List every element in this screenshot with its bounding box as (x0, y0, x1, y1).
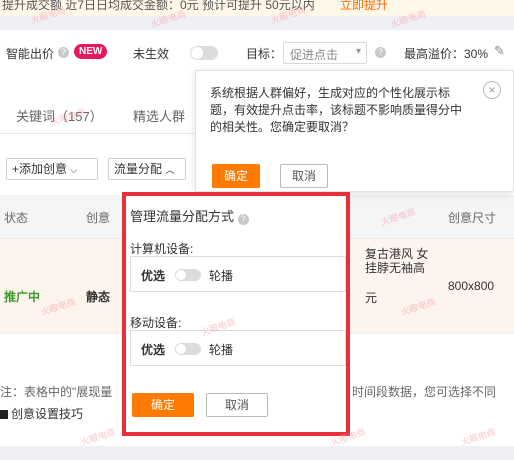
traffic-allocation-label: 流量分配 (114, 162, 163, 176)
col-status: 状态 (4, 211, 29, 225)
preferred-label: 优选 (141, 269, 166, 283)
video-icon (0, 410, 8, 419)
pc-device-label: 计算机设备: (130, 242, 194, 256)
max-premium-label: 最高溢价：30% (404, 47, 489, 61)
mobile-device-label: 移动设备: (130, 316, 182, 330)
rotate-label: 轮播 (209, 343, 234, 357)
traffic-allocation-button[interactable]: 流量分配 ︿ (108, 158, 186, 180)
dialog-cancel-button[interactable]: 取消 (206, 393, 268, 417)
smart-bid-toggle[interactable] (190, 46, 218, 60)
goal-label: 目标： (246, 47, 283, 61)
tab-bar: 关键词（157） 精选人群 (0, 94, 194, 134)
chevron-down-icon: ⌵ (70, 165, 78, 175)
traffic-allocation-dialog: 管理流量分配方式 ? 计算机设备: 优选 轮播 移动设备: 优选 轮播 确定 取… (122, 192, 350, 436)
mobile-device-option: 优选 轮播 (130, 330, 346, 366)
help-icon[interactable]: ? (375, 47, 386, 58)
note-text: 注：表格中的"展现量 (0, 385, 113, 399)
creative-title[interactable]: 复古港风 女 挂脖无袖高 (365, 247, 437, 275)
boost-link[interactable]: 立即提升 (340, 0, 388, 13)
dialog-confirm-button[interactable]: 确定 (132, 393, 194, 417)
banner-text: 提升成交额 近7日日均成交金额：0元 预计可提升 50元以内 (2, 0, 315, 12)
edit-pencil-icon[interactable]: ✎ (494, 43, 505, 59)
status-badge: 推广中 (4, 290, 41, 304)
tab-crowds[interactable]: 精选人群 (133, 106, 185, 125)
new-badge: NEW (74, 44, 108, 59)
preferred-label: 优选 (141, 343, 166, 357)
close-icon[interactable]: × (483, 81, 501, 99)
add-creative-label: +添加创意 (12, 162, 68, 176)
pc-device-option: 优选 轮播 (130, 256, 346, 292)
status-text: 未生效 (133, 47, 170, 61)
popover-cancel-button[interactable]: 取消 (280, 164, 328, 188)
price-unit: 元 (365, 291, 378, 305)
rotate-label: 轮播 (209, 269, 234, 283)
dialog-title-text: 管理流量分配方式 (130, 209, 235, 224)
mobile-mode-toggle[interactable] (175, 343, 201, 355)
chevron-down-icon: ▾ (355, 46, 361, 57)
chevron-up-icon: ︿ (165, 165, 175, 175)
help-icon[interactable]: ? (58, 47, 69, 58)
tips-label: 创意设置技巧 (11, 407, 84, 421)
col-creative: 创意 (86, 211, 111, 225)
smart-bid-label: 智能出价 (6, 47, 55, 61)
creative-tips-link[interactable]: 创意设置技巧 (0, 405, 83, 422)
col-creative-size: 创意尺寸 (448, 211, 497, 225)
popover-message: 系统根据人群偏好，生成对应的个性化展示标题，有效提升点击率，该标题不影响质量得分… (210, 86, 463, 134)
cancel-confirm-popover: 系统根据人群偏好，生成对应的个性化展示标题，有效提升点击率，该标题不影响质量得分… (195, 70, 514, 192)
tab-keywords[interactable]: 关键词（157） (16, 106, 103, 125)
dialog-title: 管理流量分配方式 ? (130, 206, 249, 225)
popover-confirm-button[interactable]: 确定 (212, 164, 260, 188)
settings-row: 智能出价 ? NEW 未生效 目标： 促进点击 ▾ ? 最高溢价：30% ✎ (0, 40, 514, 66)
pc-mode-toggle[interactable] (175, 269, 201, 281)
creative-size: 800x800 (448, 279, 495, 293)
help-icon[interactable]: ? (237, 214, 249, 225)
goal-value: 促进点击 (290, 48, 339, 62)
goal-select[interactable]: 促进点击 ▾ (283, 42, 367, 64)
add-creative-button[interactable]: +添加创意 ⌵ (6, 158, 98, 180)
note-tail: 时间段数据，您可选择不同 (352, 385, 497, 399)
promo-banner: 提升成交额 近7日日均成交金额：0元 预计可提升 50元以内 立即提升 (0, 0, 514, 16)
creative-type: 静态 (86, 290, 111, 304)
